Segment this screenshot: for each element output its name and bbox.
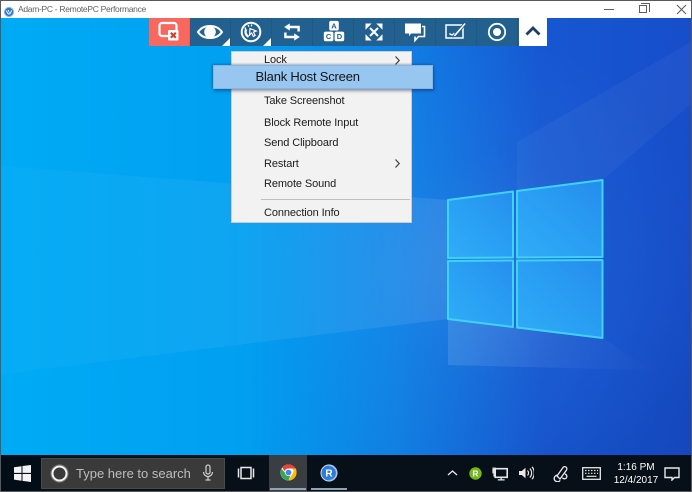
- svg-text:D: D: [337, 32, 343, 41]
- svg-text:R: R: [325, 469, 333, 480]
- svg-text:C: C: [326, 32, 332, 41]
- svg-text:R: R: [472, 469, 478, 479]
- svg-text:A: A: [331, 21, 337, 30]
